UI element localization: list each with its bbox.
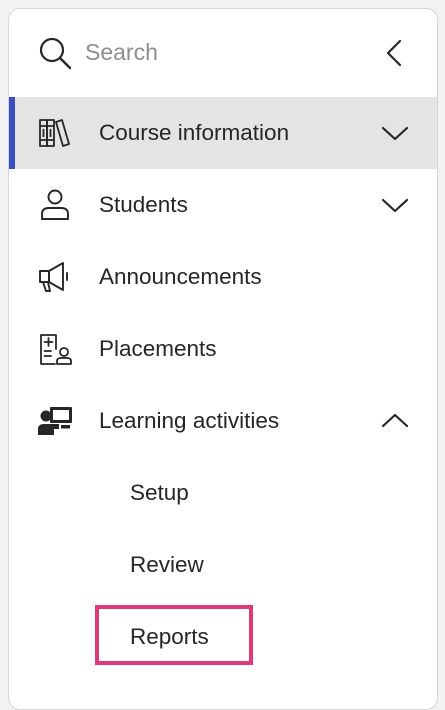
search-icon [39, 37, 72, 70]
nav-item-label: Students [99, 192, 188, 217]
books-icon [39, 119, 70, 147]
person-icon [41, 189, 69, 220]
presenter-icon [38, 407, 72, 435]
chevron-up-icon[interactable] [377, 403, 413, 439]
chevron-down-icon[interactable] [377, 115, 413, 151]
collapse-panel-button[interactable] [377, 35, 413, 71]
chevron-down-icon[interactable] [377, 187, 413, 223]
nav-item-label: Announcements [99, 264, 262, 289]
subnav-item-label: Review [130, 552, 204, 577]
search-input[interactable] [85, 31, 365, 73]
nav-item-announcements[interactable]: Announcements [9, 241, 437, 313]
nav-item-label: Course information [99, 120, 290, 145]
nav-item-course-information[interactable]: Course information [9, 97, 437, 169]
subnav-item-review[interactable]: Review [9, 529, 437, 601]
side-navigation-panel: Course information Students Announce [8, 8, 438, 710]
nav-item-learning-activities[interactable]: Learning activities [9, 385, 437, 457]
subnav-item-setup[interactable]: Setup [9, 457, 437, 529]
active-indicator [9, 97, 15, 169]
subnav-item-label: Setup [130, 480, 189, 505]
placement-board-icon [40, 334, 72, 365]
search-row [9, 9, 437, 97]
subnav-item-label: Reports [130, 624, 209, 649]
nav-item-placements[interactable]: Placements [9, 313, 437, 385]
nav-item-students[interactable]: Students [9, 169, 437, 241]
megaphone-icon [39, 262, 68, 292]
subnav-item-reports[interactable]: Reports [9, 601, 437, 673]
nav-item-label: Placements [99, 336, 217, 361]
nav-item-label: Learning activities [99, 408, 280, 433]
